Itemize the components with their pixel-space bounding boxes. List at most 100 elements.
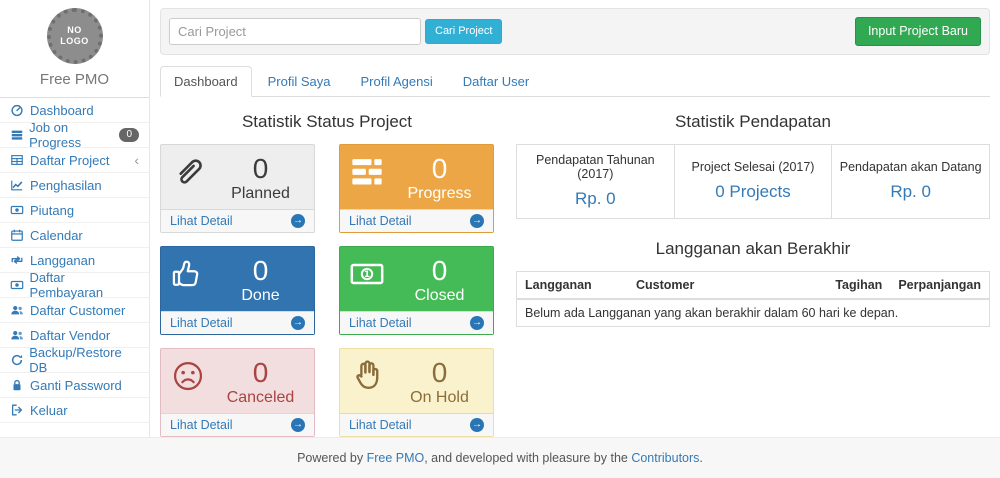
sidebar-item-daftar-project[interactable]: Daftar Project ‹	[0, 148, 149, 173]
sidebar-item-label: Dashboard	[30, 103, 94, 118]
free-pmo-link[interactable]: Free PMO	[367, 451, 425, 465]
card-text: 0 Progress	[396, 154, 483, 203]
sidebar-item-ganti-password[interactable]: Ganti Password	[0, 373, 149, 398]
income-section-title: Statistik Pendapatan	[516, 112, 990, 132]
lihat-detail-link[interactable]: Lihat Detail →	[340, 413, 493, 436]
sidebar-item-daftar-pembayaran[interactable]: Daftar Pembayaran	[0, 273, 149, 298]
chevron-left-icon: ‹	[134, 153, 139, 167]
sidebar-item-piutang[interactable]: Piutang	[0, 198, 149, 223]
footer-text: Powered by Free PMO, and developed with …	[297, 451, 703, 465]
lihat-detail-link[interactable]: Lihat Detail →	[161, 413, 314, 436]
card-text: 0 Planned	[217, 154, 304, 203]
tab-profil-saya[interactable]: Profil Saya	[254, 66, 345, 97]
sidebar-item-backup-restore-db[interactable]: Backup/Restore DB	[0, 348, 149, 373]
sidebar-item-penghasilan[interactable]: Penghasilan	[0, 173, 149, 198]
stat-cell: Project Selesai (2017) 0 Projects	[674, 144, 832, 218]
thumbs-up-icon	[170, 256, 206, 295]
table-row: Pendapatan Tahunan (2017) Rp. 0 Project …	[517, 144, 990, 218]
main-content: Cari Project Input Project Baru Dashboar…	[150, 0, 1000, 437]
sidebar-item-label: Daftar Vendor	[30, 328, 110, 343]
card-body: 1 0 Closed	[340, 247, 493, 311]
card-value: 0	[217, 154, 304, 184]
status-section-title: Statistik Status Project	[160, 112, 494, 132]
dashboard-icon	[10, 103, 30, 117]
status-card-canceled: 0 Canceled Lihat Detail →	[160, 348, 315, 437]
input-project-baru-button[interactable]: Input Project Baru	[855, 17, 981, 46]
users-icon	[10, 303, 30, 317]
card-body: 0 Progress	[340, 145, 493, 209]
card-body: 0 Planned	[161, 145, 314, 209]
stat-cell: Pendapatan Tahunan (2017) Rp. 0	[517, 144, 675, 218]
stat-value-link[interactable]: Rp. 0	[575, 189, 616, 209]
lihat-detail-label: Lihat Detail	[349, 316, 412, 330]
card-label: On Hold	[396, 388, 483, 407]
stat-value-link[interactable]: Rp. 0	[890, 182, 931, 202]
lihat-detail-link[interactable]: Lihat Detail →	[161, 209, 314, 232]
column-header: Tagihan	[827, 271, 890, 299]
tab-bar: Dashboard Profil Saya Profil Agensi Daft…	[160, 66, 990, 97]
retweet-icon	[10, 253, 30, 267]
arrow-circle-right-icon: →	[470, 316, 484, 330]
sidebar-item-daftar-customer[interactable]: Daftar Customer	[0, 298, 149, 323]
tab-dashboard[interactable]: Dashboard	[160, 66, 252, 97]
card-body: 0 Done	[161, 247, 314, 311]
status-card-planned: 0 Planned Lihat Detail →	[160, 144, 315, 233]
frown-icon	[170, 358, 206, 397]
column-header: Perpanjangan	[890, 271, 989, 299]
column-header: Customer	[628, 271, 827, 299]
status-card-closed: 1 0 Closed Lihat Detail →	[339, 246, 494, 335]
money-icon	[10, 203, 30, 217]
no-logo-badge: NO LOGO	[47, 8, 103, 64]
contributors-link[interactable]: Contributors	[631, 451, 699, 465]
sidebar: NO LOGO Free PMO Dashboard Job on Progre…	[0, 0, 150, 437]
status-card-done: 0 Done Lihat Detail →	[160, 246, 315, 335]
line-chart-icon	[10, 178, 30, 192]
lihat-detail-label: Lihat Detail	[349, 418, 412, 432]
footer-text-part: , and developed with pleasure by the	[424, 451, 631, 465]
refresh-icon	[10, 353, 29, 367]
status-card-progress: 0 Progress Lihat Detail →	[339, 144, 494, 233]
empty-message: Belum ada Langganan yang akan berakhir d…	[517, 299, 990, 327]
card-label: Done	[217, 286, 304, 305]
lihat-detail-link[interactable]: Lihat Detail →	[340, 311, 493, 334]
lihat-detail-label: Lihat Detail	[170, 316, 233, 330]
sign-out-icon	[10, 403, 30, 417]
stat-label: Project Selesai (2017)	[679, 160, 828, 174]
table-row: Belum ada Langganan yang akan berakhir d…	[517, 299, 990, 327]
stat-cell: Pendapatan akan Datang Rp. 0	[832, 144, 990, 218]
page: NO LOGO Free PMO Dashboard Job on Progre…	[0, 0, 1000, 437]
stat-label: Pendapatan Tahunan (2017)	[521, 153, 670, 181]
search-bar: Cari Project Input Project Baru	[160, 8, 990, 55]
stat-label: Pendapatan akan Datang	[836, 160, 985, 174]
lihat-detail-label: Lihat Detail	[170, 214, 233, 228]
sidebar-item-job-on-progress[interactable]: Job on Progress 0	[0, 123, 149, 148]
sidebar-item-label: Daftar Pembayaran	[29, 270, 139, 300]
money-icon	[10, 278, 29, 292]
card-label: Planned	[217, 184, 304, 203]
sidebar-item-label: Calendar	[30, 228, 83, 243]
lihat-detail-link[interactable]: Lihat Detail →	[161, 311, 314, 334]
sidebar-item-keluar[interactable]: Keluar	[0, 398, 149, 423]
card-text: 0 Canceled	[217, 358, 304, 407]
card-value: 0	[217, 358, 304, 388]
card-value: 0	[396, 154, 483, 184]
logo-text-bottom: LOGO	[60, 36, 89, 47]
search-input[interactable]	[169, 18, 421, 45]
brand-box: NO LOGO Free PMO	[0, 0, 149, 98]
lihat-detail-link[interactable]: Lihat Detail →	[340, 209, 493, 232]
card-body: 0 On Hold	[340, 349, 493, 413]
tab-daftar-user[interactable]: Daftar User	[449, 66, 543, 97]
brand-name: Free PMO	[0, 71, 149, 88]
footer-text-part: .	[699, 451, 702, 465]
sidebar-item-label: Penghasilan	[30, 178, 102, 193]
column-header: Langganan	[517, 271, 629, 299]
arrow-circle-right-icon: →	[291, 214, 305, 228]
sidebar-item-label: Backup/Restore DB	[29, 345, 139, 375]
stat-value-link[interactable]: 0 Projects	[715, 182, 791, 202]
arrow-circle-right-icon: →	[291, 418, 305, 432]
calendar-icon	[10, 228, 30, 242]
tab-profil-agensi[interactable]: Profil Agensi	[346, 66, 446, 97]
right-column: Statistik Pendapatan Pendapatan Tahunan …	[516, 97, 990, 437]
search-button[interactable]: Cari Project	[425, 19, 502, 44]
sidebar-item-calendar[interactable]: Calendar	[0, 223, 149, 248]
